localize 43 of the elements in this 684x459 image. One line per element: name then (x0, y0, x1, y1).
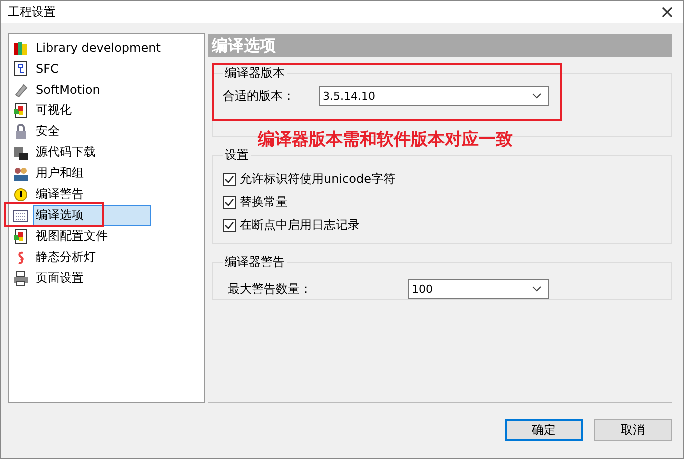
close-button[interactable]: × (652, 1, 683, 23)
checkbox[interactable] (223, 173, 236, 186)
flowchart-icon (13, 60, 29, 76)
option-label: 允许标识符使用unicode字符 (240, 171, 396, 188)
chevron-icon (532, 93, 542, 99)
version-dropdown[interactable]: 3.5.14.10 (319, 86, 549, 106)
warning-icon (13, 186, 29, 202)
category-item[interactable]: 编译警告 (33, 184, 87, 205)
category-item[interactable]: 安全 (33, 121, 63, 142)
category-item[interactable]: Library development (33, 38, 164, 56)
category-item[interactable]: SFC (33, 60, 62, 78)
checkbox[interactable] (223, 219, 236, 232)
dialog-button[interactable]: 取消 (594, 419, 672, 441)
group-title: 编译器版本 (224, 65, 286, 82)
dialog-button[interactable]: 确定 (505, 419, 583, 441)
checkbox[interactable] (223, 196, 236, 209)
field-label: 最大警告数量： (228, 280, 313, 298)
panel-header: 编译选项 (208, 34, 672, 57)
category-item[interactable]: 源代码下载 (33, 142, 99, 163)
window-title: 工程设置 (8, 4, 56, 20)
category-item[interactable]: 页面设置 (33, 268, 87, 289)
field-label: 合适的版本： (223, 88, 296, 104)
category-item[interactable]: SoftMotion (33, 80, 104, 98)
category-item[interactable]: 静态分析灯 (33, 247, 99, 268)
window-icon (13, 228, 29, 244)
category-item[interactable]: 编译选项 (33, 205, 151, 226)
disk-icon (13, 144, 29, 160)
lock-icon (13, 124, 29, 140)
group-title: 编译器警告 (224, 254, 286, 271)
category-item[interactable]: 视图配置文件 (33, 226, 111, 247)
group-title: 设置 (224, 147, 250, 164)
printer-icon (13, 270, 29, 286)
calendar-icon (13, 208, 29, 224)
books-icon (13, 40, 29, 56)
option-label: 在断点中启用日志记录 (240, 217, 360, 234)
chevron-icon (532, 286, 542, 292)
category-item[interactable]: 用户和组 (33, 163, 87, 184)
option-label: 替换常量 (240, 194, 288, 211)
count-dropdown[interactable]: 100 (408, 279, 549, 299)
category-item[interactable]: 可视化 (33, 100, 75, 121)
people-icon (13, 166, 29, 182)
window-icon (13, 102, 29, 118)
annotation-text: 编译器版本需和软件版本对应一致 (258, 129, 513, 151)
